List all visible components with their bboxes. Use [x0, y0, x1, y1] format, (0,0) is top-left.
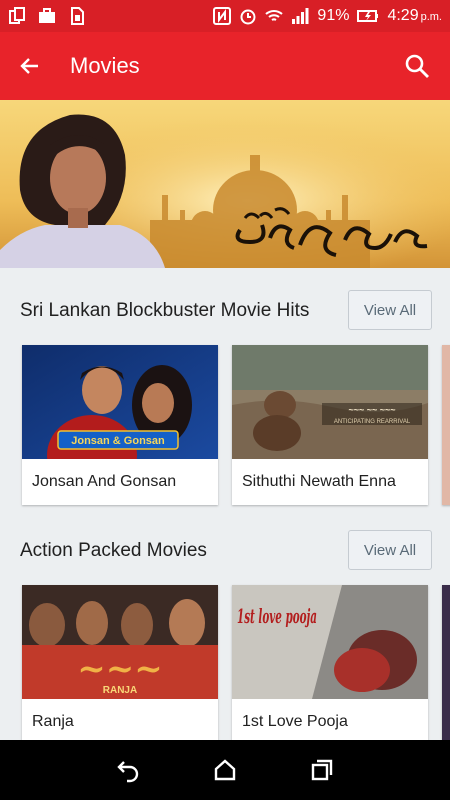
nav-recents-button[interactable] [308, 756, 336, 784]
battery-icon [357, 10, 379, 22]
search-button[interactable] [402, 51, 432, 81]
app-bar: Movies [0, 32, 450, 100]
section-title: Action Packed Movies [20, 540, 207, 561]
movie-card[interactable]: ~~~ ~~ ~~~ ANTICIPATING REARRIVAL Sithut… [232, 345, 428, 505]
nfc-icon [213, 7, 232, 25]
movie-card[interactable]: ~~~ RANJA Ranja [22, 585, 218, 745]
nav-home-button[interactable] [211, 756, 239, 784]
arrow-left-icon[interactable] [18, 54, 42, 78]
movie-title: Jonsan And Gonsan [32, 473, 177, 490]
movie-card-peek[interactable] [442, 585, 450, 745]
movie-title: Sithuthi Newath Enna [242, 473, 396, 490]
thumb-text: Jonsan & Gonsan [71, 435, 165, 447]
section-blockbusters: Sri Lankan Blockbuster Movie Hits View A… [0, 278, 450, 510]
section-action: Action Packed Movies View All ~~~ RANJA … [0, 518, 450, 750]
section-title: Sri Lankan Blockbuster Movie Hits [20, 300, 310, 321]
view-all-button[interactable]: View All [348, 530, 432, 570]
thumb-text: 1st love pooja [237, 604, 317, 628]
movie-thumbnail: Jonsan & Gonsan [22, 345, 218, 459]
movie-card-peek[interactable] [442, 345, 450, 505]
banner-image [0, 100, 450, 268]
home-icon [214, 759, 236, 781]
movie-title: Ranja [32, 713, 74, 730]
card-row: Jonsan & Gonsan Jonsan And Gonsan ~~~ ~~… [0, 345, 450, 510]
search-icon [405, 54, 429, 78]
nav-back-button[interactable] [114, 756, 142, 784]
status-bar: 91% 4:29 p.m. [0, 0, 450, 32]
svg-text:~~~: ~~~ [77, 649, 162, 689]
thumb-text: RANJA [103, 685, 137, 696]
view-all-button[interactable]: View All [348, 290, 432, 330]
suitcase-icon [39, 8, 55, 23]
system-nav-bar [0, 740, 450, 800]
section-header: Action Packed Movies View All [0, 518, 450, 578]
featured-banner[interactable] [0, 100, 450, 268]
movie-thumbnail: ~~~ RANJA [22, 585, 218, 699]
back-icon [117, 761, 139, 783]
svg-text:~~~ ~~ ~~~: ~~~ ~~ ~~~ [348, 405, 395, 415]
thumb-text: ANTICIPATING REARRIVAL [334, 419, 411, 425]
wifi-icon [265, 10, 284, 21]
recents-icon [311, 759, 332, 781]
movie-card[interactable]: Jonsan & Gonsan Jonsan And Gonsan [22, 345, 218, 505]
movie-thumbnail: 1st love pooja [232, 585, 428, 699]
copy-icon [9, 7, 25, 24]
movie-card[interactable]: 1st love pooja 1st Love Pooja [232, 585, 428, 745]
movie-thumbnail: ~~~ ~~ ~~~ ANTICIPATING REARRIVAL [232, 345, 428, 459]
page-title: Movies [70, 53, 140, 78]
movie-title: 1st Love Pooja [242, 713, 348, 730]
alarm-icon [240, 9, 256, 25]
battery-percent: 91% [317, 7, 350, 24]
signal-icon [292, 8, 309, 24]
clock: 4:29 p.m. [387, 7, 442, 24]
sim-icon [71, 7, 84, 25]
card-row: ~~~ RANJA Ranja 1st love pooja 1st Love … [0, 585, 450, 750]
section-header: Sri Lankan Blockbuster Movie Hits View A… [0, 278, 450, 338]
